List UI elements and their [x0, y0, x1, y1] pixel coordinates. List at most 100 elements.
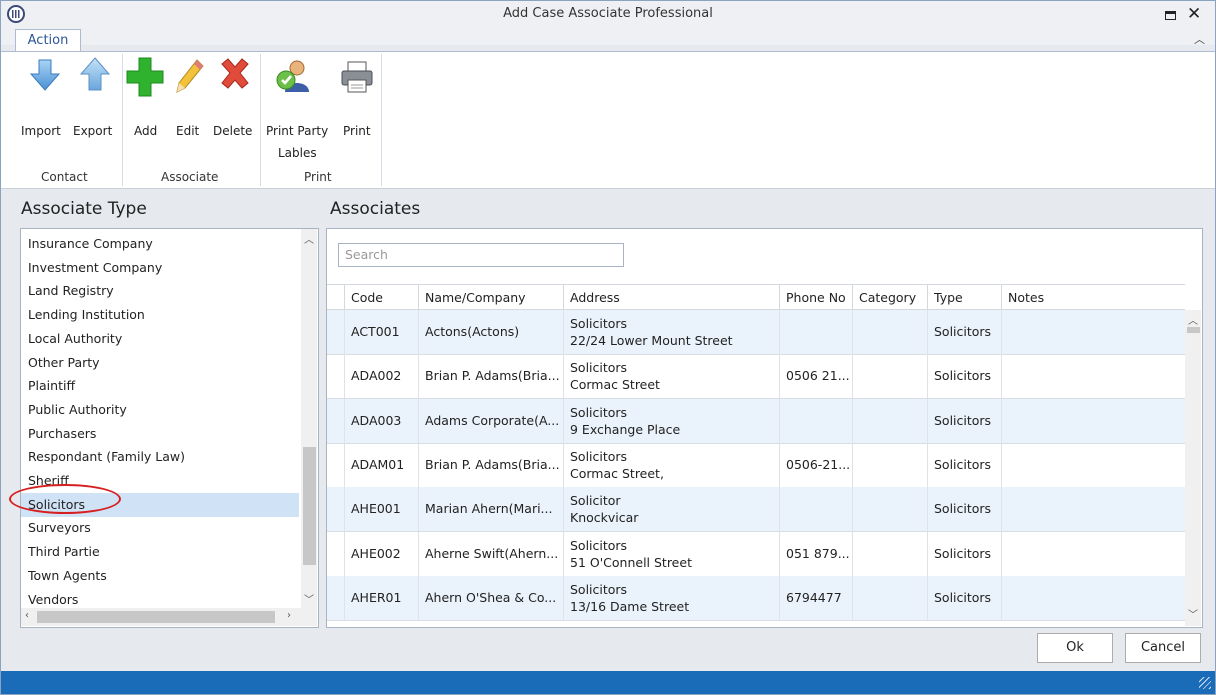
list-item[interactable]: Plaintiff [21, 374, 299, 398]
list-item[interactable]: Surveyors [21, 516, 299, 540]
scroll-right-icon[interactable]: › [287, 610, 291, 621]
list-item[interactable]: Insurance Company [21, 232, 299, 256]
edit-button[interactable]: Edit [171, 56, 207, 138]
address-cell: Solicitors 51 O'Connell Street [563, 531, 779, 576]
notes-cell [1001, 398, 1185, 443]
code-cell: ADA003 [344, 398, 418, 443]
scroll-up-icon[interactable]: ︿ [1188, 312, 1198, 327]
list-item[interactable]: Public Authority [21, 398, 299, 422]
phone-cell: 6794477 [779, 575, 852, 620]
scroll-up-icon[interactable]: ︿ [304, 231, 314, 246]
list-item[interactable]: Other Party [21, 351, 299, 375]
dialog-window: Add Case Associate Professional ✕ Action… [0, 0, 1216, 695]
list-item[interactable]: Investment Company [21, 256, 299, 280]
row-selector[interactable] [327, 399, 344, 443]
address-line-1: Solicitor [570, 493, 621, 509]
grid-vertical-scrollbar[interactable]: ︿ ﹀ [1185, 310, 1201, 626]
scroll-down-icon[interactable]: ﹀ [304, 591, 314, 606]
code-cell: AHE002 [344, 531, 418, 576]
resize-grip-icon[interactable] [1199, 677, 1211, 689]
row-selector[interactable] [327, 354, 344, 398]
maximize-icon[interactable] [1165, 11, 1176, 20]
address-cell: Solicitors 13/16 Dame Street [563, 575, 779, 620]
edit-label: Edit [176, 124, 200, 138]
list-item[interactable]: Purchasers [21, 422, 299, 446]
list-item[interactable]: Third Partie [21, 540, 299, 564]
category-cell [852, 575, 927, 620]
scroll-thumb[interactable] [37, 611, 275, 623]
list-horizontal-scrollbar[interactable]: ‹ › [21, 608, 317, 626]
column-header[interactable]: Address [563, 284, 779, 310]
import-button[interactable]: Import [21, 56, 69, 138]
notes-cell [1001, 442, 1185, 487]
table-row[interactable]: ADA003 Adams Corporate(A... Solicitors 9 Ex… [327, 398, 1185, 444]
print-button[interactable]: Print [337, 56, 377, 138]
column-header[interactable]: Phone No [779, 284, 852, 310]
row-selector[interactable] [327, 487, 344, 531]
column-header[interactable]: Name/Company [418, 284, 563, 310]
column-header[interactable]: Code [344, 284, 418, 310]
type-cell: Solicitors [927, 531, 1001, 576]
scroll-thumb[interactable] [1187, 327, 1200, 333]
list-item[interactable]: Respondant (Family Law) [21, 445, 299, 469]
list-item[interactable]: Town Agents [21, 564, 299, 588]
address-line-1: Solicitors [570, 448, 628, 464]
category-cell [852, 354, 927, 399]
arrow-down-icon [29, 59, 61, 91]
name-cell: Actons(Actons) [418, 310, 563, 354]
name-cell: Aherne Swift(Ahern... [418, 531, 563, 576]
table-row[interactable]: ACT001 Actons(Actons) Solicitors 22/24 Lowe… [327, 310, 1185, 355]
associate-type-title: Associate Type [21, 199, 147, 219]
address-cell: Solicitor Knockvicar [563, 487, 779, 532]
group-label-print: Print [304, 170, 332, 184]
print-party-label-2: Lables [278, 146, 317, 160]
tab-action[interactable]: Action [15, 29, 81, 51]
highlight-annotation [9, 484, 121, 514]
scroll-down-icon[interactable]: ﹀ [1188, 606, 1198, 621]
group-label-associate: Associate [161, 170, 219, 184]
type-cell: Solicitors [927, 575, 1001, 620]
associates-title: Associates [330, 199, 421, 219]
category-cell [852, 531, 927, 576]
column-header[interactable]: Category [852, 284, 927, 310]
pencil-icon [176, 59, 204, 93]
notes-cell [1001, 354, 1185, 399]
table-row[interactable]: AHER01 Ahern O'Shea & Co... Solicitors 13/1… [327, 575, 1185, 621]
code-cell: AHE001 [344, 487, 418, 532]
list-item[interactable]: Land Registry [21, 279, 299, 303]
list-item[interactable]: Local Authority [21, 327, 299, 351]
export-button[interactable]: Export [71, 56, 119, 138]
row-selector[interactable] [327, 532, 344, 576]
print-party-labels-button[interactable]: Print Party Lables [263, 56, 328, 160]
address-line-2: Knockvicar [570, 510, 639, 526]
table-row[interactable]: AHE002 Aherne Swift(Ahern... Solicitors 51 … [327, 531, 1185, 577]
search-input[interactable]: Search [338, 243, 624, 267]
cancel-button[interactable]: Cancel [1125, 633, 1201, 663]
table-row[interactable]: ADAM01 Brian P. Adams(Bria... Solicitors Co… [327, 442, 1185, 488]
close-icon[interactable]: ✕ [1187, 4, 1201, 24]
address-cell: Solicitors Cormac Street, [563, 442, 779, 487]
collapse-ribbon-icon[interactable]: ︿ [1194, 31, 1205, 47]
row-selector[interactable] [327, 576, 344, 620]
add-button[interactable]: Add [125, 56, 165, 138]
delete-button[interactable]: Delete [211, 56, 259, 138]
column-header[interactable]: Type [927, 284, 1001, 310]
code-cell: ACT001 [344, 310, 418, 354]
row-selector[interactable] [327, 443, 344, 487]
add-label: Add [134, 124, 158, 138]
table-row[interactable]: ADA002 Brian P. Adams(Bria... Solicitors Co… [327, 354, 1185, 400]
address-line-2: Cormac Street, [570, 465, 664, 481]
scroll-thumb[interactable] [303, 447, 316, 565]
ok-button[interactable]: Ok [1037, 633, 1113, 663]
notes-cell [1001, 310, 1185, 354]
row-selector-header [327, 284, 344, 310]
notes-cell [1001, 575, 1185, 620]
column-header[interactable]: Notes [1001, 284, 1185, 310]
scroll-left-icon[interactable]: ‹ [25, 610, 29, 621]
address-cell: Solicitors 22/24 Lower Mount Street [563, 310, 779, 354]
row-selector[interactable] [327, 310, 344, 354]
list-item[interactable]: Lending Institution [21, 303, 299, 327]
list-vertical-scrollbar[interactable]: ︿ ﹀ [301, 229, 317, 608]
table-row[interactable]: AHE001 Marian Ahern(Mari... Solicitor Knock… [327, 487, 1185, 533]
group-separator [260, 54, 261, 186]
